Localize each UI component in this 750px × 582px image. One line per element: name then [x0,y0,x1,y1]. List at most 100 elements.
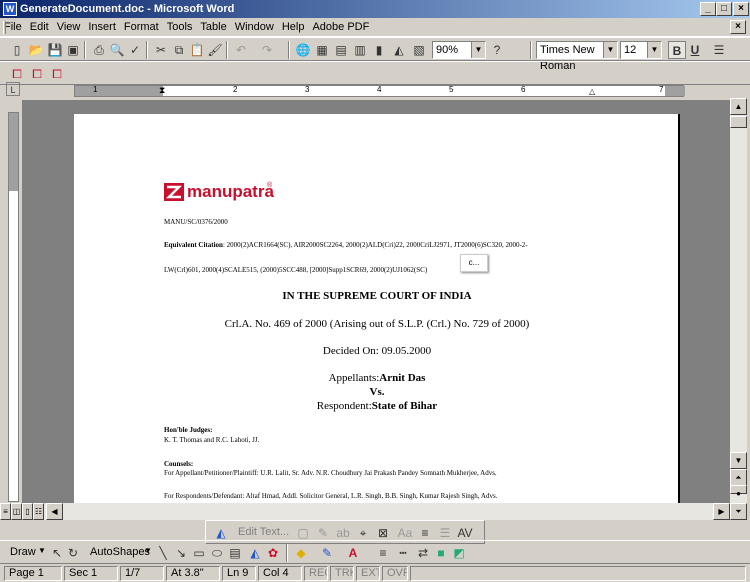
convert-pdf-email-icon[interactable]: ⧠ [28,65,46,83]
minimize-button[interactable]: _ [700,2,716,16]
comment-tooltip[interactable]: c... [460,254,488,272]
title-bar[interactable]: W GenerateDocument.doc - Microsoft Word … [0,0,750,18]
justify-icon[interactable]: ☰ [710,41,728,59]
redo-icon[interactable]: ↷ [258,41,276,59]
menu-window[interactable]: Window [231,18,278,37]
draw-dropdown-icon[interactable]: ▼ [38,546,46,555]
undo-icon[interactable]: ↶ [232,41,250,59]
scroll-up-icon[interactable]: ▲ [730,98,747,115]
autoshapes-dropdown-icon[interactable]: ▼ [144,546,152,555]
autoshapes-menu[interactable]: AutoShapes [90,546,150,558]
scroll-thumb[interactable] [730,116,747,128]
wordart-icon[interactable]: ◭ [246,544,264,562]
zoom-dropdown-icon[interactable]: ▼ [471,42,485,58]
font-combo[interactable]: Times New Roman ▼ [536,41,618,72]
3d-style-icon[interactable]: ◩ [450,544,468,562]
status-bar: Page 1 Sec 1 1/7 At 3.8" Ln 9 Col 4 REC … [0,564,750,582]
cut-icon[interactable]: ✂ [152,41,170,59]
line-color-icon[interactable]: ✎ [318,544,336,562]
right-indent-marker-icon[interactable]: △ [589,87,595,96]
permission-icon[interactable]: ▣ [64,41,82,59]
line-icon[interactable]: ╲ [154,544,172,562]
indent-marker-icon[interactable]: ⧗ [159,85,165,96]
select-browse-object-icon[interactable]: ● [730,485,747,498]
menu-grip[interactable] [3,21,6,34]
menu-tools[interactable]: Tools [163,18,197,37]
new-document-icon[interactable]: ▯ [8,41,26,59]
vertical-ruler[interactable] [8,112,19,502]
horizontal-ruler[interactable]: L 1 2 3 4 5 6 7 ⧗ △ [0,82,750,98]
paste-icon[interactable]: 📋 [188,41,206,59]
print-preview-icon[interactable]: 🔍 [108,41,126,59]
menu-help[interactable]: Help [278,18,309,37]
status-ovr[interactable]: OVR [382,566,408,581]
previous-page-icon[interactable]: ⏶ [730,469,747,486]
fill-color-icon[interactable]: ◆ [292,544,310,562]
draw-menu[interactable]: Draw [10,546,36,558]
arrow-style-icon[interactable]: ⇄ [414,544,432,562]
status-ext[interactable]: EXT [356,566,380,581]
open-folder-icon[interactable]: 📂 [27,41,45,59]
menu-table[interactable]: Table [196,18,230,37]
close-button[interactable]: × [733,2,749,16]
line-style-icon[interactable]: ≡ [374,544,392,562]
hyperlink-icon[interactable]: 🌐 [294,41,312,59]
scroll-left-icon[interactable]: ◀ [46,503,63,520]
tables-borders-icon[interactable]: ▦ [313,41,331,59]
print-layout-icon[interactable]: ▯ [22,503,33,520]
underline-button[interactable]: U [686,41,704,59]
status-rec[interactable]: REC [304,566,328,581]
help-icon[interactable]: ? [488,41,506,59]
counsel-respondent: For Respondents/Defendant: Altaf Hmad, A… [164,492,498,500]
document-area[interactable]: manupatra ® MANU/SC/0376/2000 Equivalent… [22,100,730,503]
menu-view[interactable]: View [53,18,85,37]
horizontal-scrollbar[interactable]: ≡ ◫ ▯ ☷ ◀ ▶ [0,503,730,520]
arrow-icon[interactable]: ↘ [172,544,190,562]
document-page[interactable]: manupatra ® MANU/SC/0376/2000 Equivalent… [74,114,680,503]
copy-icon[interactable]: ⧉ [170,41,188,59]
normal-view-icon[interactable]: ≡ [0,503,11,520]
font-size-combo[interactable]: 12 ▼ [620,41,662,59]
scroll-right-icon[interactable]: ▶ [713,503,730,520]
maximize-button[interactable]: □ [716,2,732,16]
zoom-combo[interactable]: 90% ▼ [432,41,486,59]
status-trk[interactable]: TRK [330,566,354,581]
bold-button[interactable]: B [668,41,686,59]
convert-pdf-review-icon[interactable]: ⧠ [48,65,66,83]
font-dropdown-icon[interactable]: ▼ [603,42,617,58]
insert-table-icon[interactable]: ▤ [332,41,350,59]
scroll-down-icon[interactable]: ▼ [730,452,747,469]
logo-text: manupatra [187,182,274,201]
next-page-icon[interactable]: ⏷ [730,503,747,520]
clipart-icon[interactable]: ✿ [264,544,282,562]
document-close-button[interactable]: × [730,20,746,34]
insert-excel-icon[interactable]: ▥ [351,41,369,59]
appellants-label: Appellants: [328,372,380,384]
document-map-icon[interactable]: ▧ [410,41,428,59]
format-painter-icon[interactable]: 🖌 [206,41,224,59]
outline-view-icon[interactable]: ☷ [33,503,44,520]
save-icon[interactable]: 💾 [46,41,64,59]
convert-pdf-icon[interactable]: ⧠ [8,65,26,83]
font-color-icon[interactable]: A [344,544,362,562]
menu-insert[interactable]: Insert [84,18,120,37]
vertical-scrollbar[interactable]: ▲ ▼ ⏶ ● [730,98,747,503]
print-icon[interactable]: ⎙ [90,41,108,59]
columns-icon[interactable]: ▮ [370,41,388,59]
free-rotate-icon[interactable]: ↻ [64,544,82,562]
drawing-icon[interactable]: ◭ [390,41,408,59]
rectangle-icon[interactable]: ▭ [190,544,208,562]
word-app-icon[interactable]: W [3,2,17,16]
dash-style-icon[interactable]: ┅ [394,544,412,562]
text-box-icon[interactable]: ▤ [226,544,244,562]
menu-format[interactable]: Format [120,18,163,37]
menu-adobe-pdf[interactable]: Adobe PDF [308,18,373,37]
spelling-icon[interactable]: ✓ [126,41,144,59]
tab-selector-icon[interactable]: L [6,82,20,96]
oval-icon[interactable]: ⬭ [208,544,226,562]
shadow-style-icon[interactable]: ■ [432,544,450,562]
size-dropdown-icon[interactable]: ▼ [647,42,661,58]
web-view-icon[interactable]: ◫ [11,503,22,520]
edit-text-label[interactable]: Edit Text... [238,526,289,538]
menu-edit[interactable]: Edit [26,18,53,37]
